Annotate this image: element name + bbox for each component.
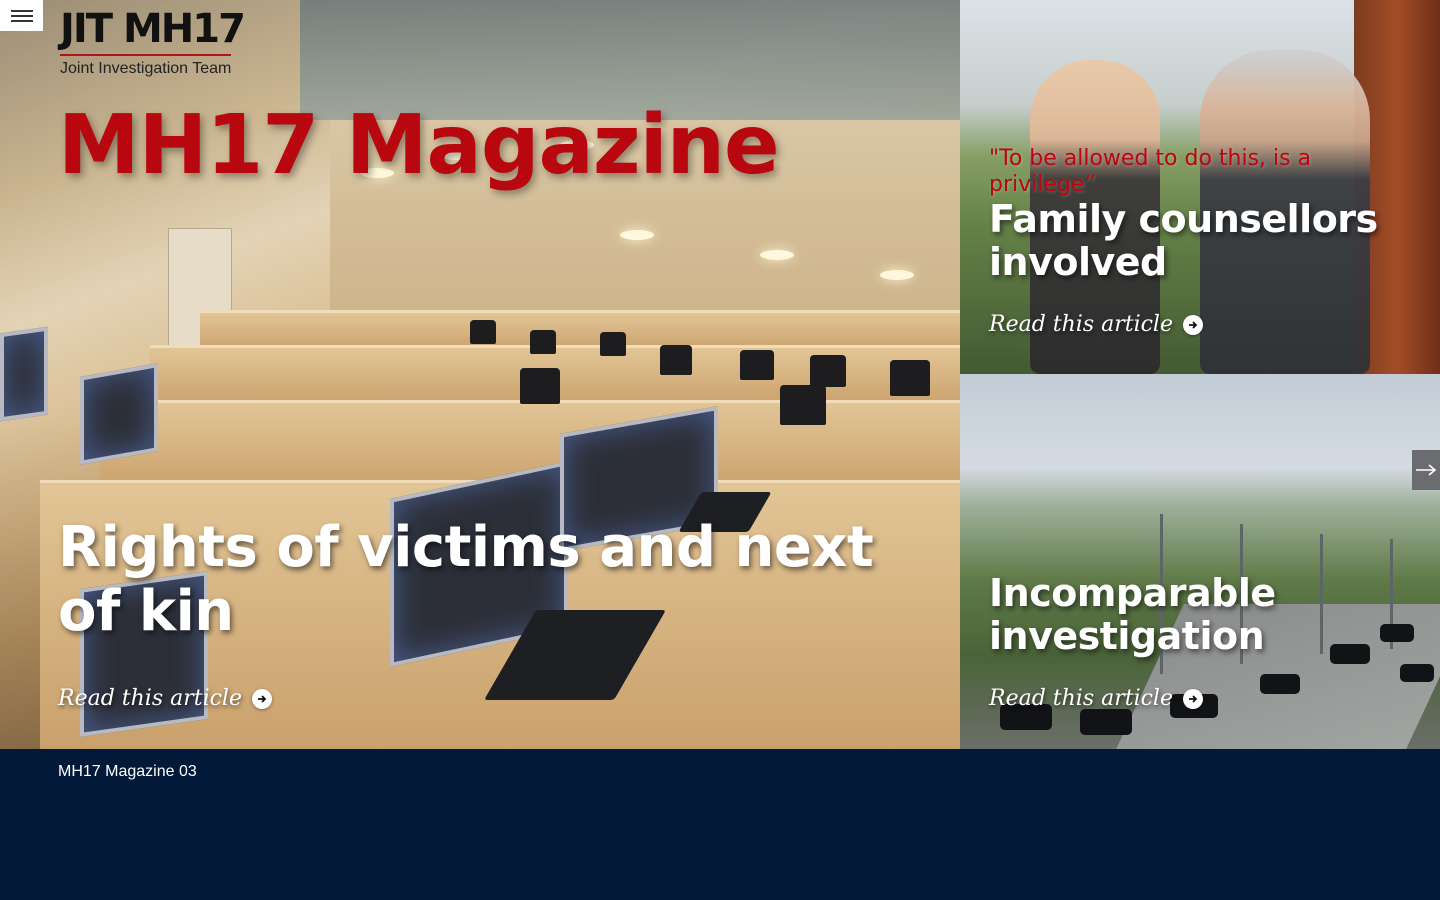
- jit-logo[interactable]: JIT MH17 Joint Investigation Team: [60, 6, 246, 78]
- investigation-read-more-link[interactable]: Read this article: [989, 686, 1203, 711]
- chair: [740, 350, 774, 380]
- article-quote: "To be allowed to do this, is a privileg…: [989, 146, 1312, 197]
- menu-button[interactable]: [0, 0, 43, 31]
- family-counsellors-article-panel[interactable]: "To be allowed to do this, is a privileg…: [960, 0, 1440, 374]
- logo-subtitle: Joint Investigation Team: [60, 60, 232, 77]
- magazine-title: MH17 Magazine: [58, 98, 780, 193]
- circle-arrow-right-icon: [1183, 314, 1203, 335]
- chair: [780, 385, 826, 425]
- chair: [810, 355, 846, 387]
- hearse-car: [1400, 664, 1434, 682]
- ceiling-light: [760, 250, 794, 260]
- read-more-label: Read this article: [58, 686, 242, 711]
- hero-read-more-link[interactable]: Read this article: [58, 686, 272, 711]
- hamburger-icon: [10, 9, 33, 12]
- hero-headline[interactable]: Rights of victims and next of kin: [58, 516, 918, 644]
- next-page-button[interactable]: [1412, 450, 1440, 490]
- issue-label: MH17 Magazine 03: [58, 763, 197, 780]
- footer: MH17 Magazine 03: [0, 749, 1440, 900]
- read-more-label: Read this article: [989, 686, 1173, 711]
- chair: [470, 320, 496, 344]
- hero-article-panel[interactable]: JIT MH17 Joint Investigation Team MH17 M…: [0, 0, 960, 749]
- monitor: [80, 363, 158, 465]
- family-counsellors-read-more-link[interactable]: Read this article: [989, 312, 1203, 337]
- chair: [660, 345, 692, 375]
- hamburger-icon-line: [10, 14, 33, 17]
- ceiling-light: [620, 230, 654, 240]
- logo-title: JIT MH17: [60, 6, 246, 56]
- monitor: [0, 326, 48, 422]
- chair: [600, 332, 626, 356]
- arrow-right-icon: [1416, 464, 1437, 476]
- read-more-label: Read this article: [989, 312, 1173, 337]
- family-counsellors-headline[interactable]: Family counsellors involved: [989, 198, 1419, 284]
- ceiling-light: [880, 270, 914, 280]
- circle-arrow-right-icon: [252, 688, 272, 709]
- investigation-headline[interactable]: Incomparable investigation: [989, 572, 1419, 658]
- hearse-car: [1080, 709, 1132, 735]
- circle-arrow-right-icon: [1183, 688, 1203, 709]
- investigation-article-panel[interactable]: Incomparable investigation Read this art…: [960, 374, 1440, 749]
- chair: [520, 368, 560, 404]
- hamburger-icon-line: [10, 19, 33, 22]
- chair: [530, 330, 556, 354]
- hearse-car: [1260, 674, 1300, 694]
- chair: [890, 360, 930, 396]
